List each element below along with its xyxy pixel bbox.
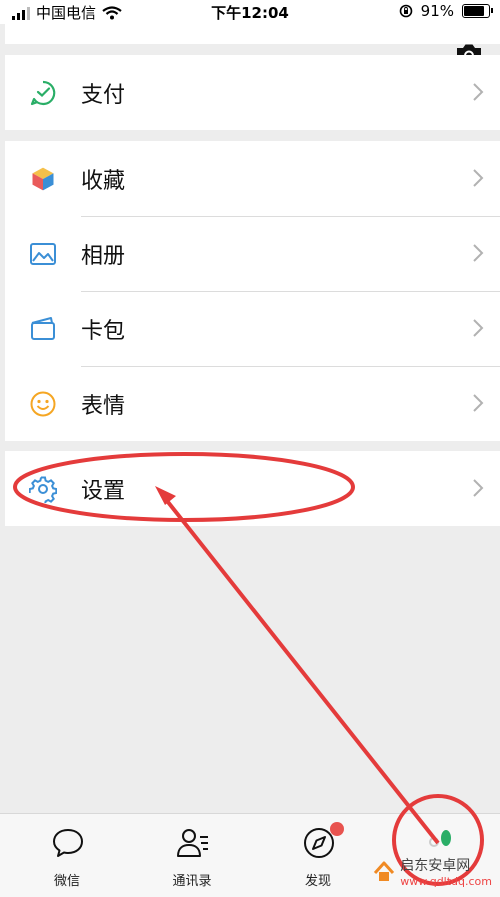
status-bar: 中国电信 下午12:04 91%	[0, 0, 500, 24]
pay-group: 支付	[5, 55, 500, 130]
battery-percent: 91%	[420, 2, 454, 20]
profile-header-strip	[5, 24, 500, 44]
menu-item-settings[interactable]: 设置	[5, 451, 500, 526]
menu-item-album[interactable]: 相册	[5, 216, 500, 291]
menu-item-pay[interactable]: 支付	[5, 55, 500, 130]
battery-icon	[462, 4, 493, 18]
chevron-right-icon	[473, 169, 484, 187]
battery-fill	[464, 6, 485, 16]
cube-icon	[31, 166, 55, 192]
menu-label-cards: 卡包	[81, 319, 126, 344]
chevron-right-icon	[473, 83, 484, 101]
menu-label-settings: 设置	[81, 479, 126, 504]
tab-discover[interactable]: 发现	[273, 814, 363, 897]
landscape-icon	[30, 243, 56, 265]
contacts-icon	[177, 829, 208, 857]
status-right: 91%	[399, 2, 493, 20]
chevron-right-icon	[473, 319, 484, 337]
watermark-logo-icon	[374, 861, 395, 881]
pay-check-icon	[30, 80, 56, 106]
tab-contacts[interactable]: 通讯录	[147, 814, 237, 897]
menu-label-album: 相册	[81, 244, 126, 269]
smiley-icon	[30, 391, 56, 417]
menu-label-stickers: 表情	[81, 394, 126, 419]
watermark-name: 启东安卓网	[400, 858, 471, 874]
gear-icon	[29, 476, 57, 503]
tab-chats[interactable]: 微信	[22, 814, 112, 897]
menu-item-cards[interactable]: 卡包	[5, 291, 500, 366]
menu-label-favorites: 收藏	[81, 169, 126, 194]
services-group: 收藏 相册 卡包 表情	[5, 141, 500, 441]
chat-bubble-icon	[53, 829, 83, 857]
chevron-right-icon	[473, 394, 484, 412]
card-wallet-icon	[31, 317, 55, 340]
settings-group: 设置	[5, 451, 500, 526]
annotation-arrow-line	[162, 495, 440, 845]
annotation-overlay	[13, 452, 484, 886]
tab-label-contacts: 通讯录	[172, 874, 212, 889]
watermark-url: www.qdltdq.com	[400, 875, 492, 888]
menu-item-stickers[interactable]: 表情	[5, 366, 500, 441]
tab-label-discover: 发现	[304, 874, 331, 889]
menu-label-pay: 支付	[81, 83, 126, 108]
chevron-right-icon	[473, 479, 484, 497]
tab-label-chats: 微信	[53, 874, 80, 889]
menu-item-favorites[interactable]: 收藏	[5, 141, 500, 216]
chevron-right-icon	[473, 244, 484, 262]
notification-dot	[330, 822, 344, 836]
watermark: 启东安卓网 www.qdltdq.com	[372, 855, 492, 888]
rotation-lock-icon	[399, 4, 412, 18]
